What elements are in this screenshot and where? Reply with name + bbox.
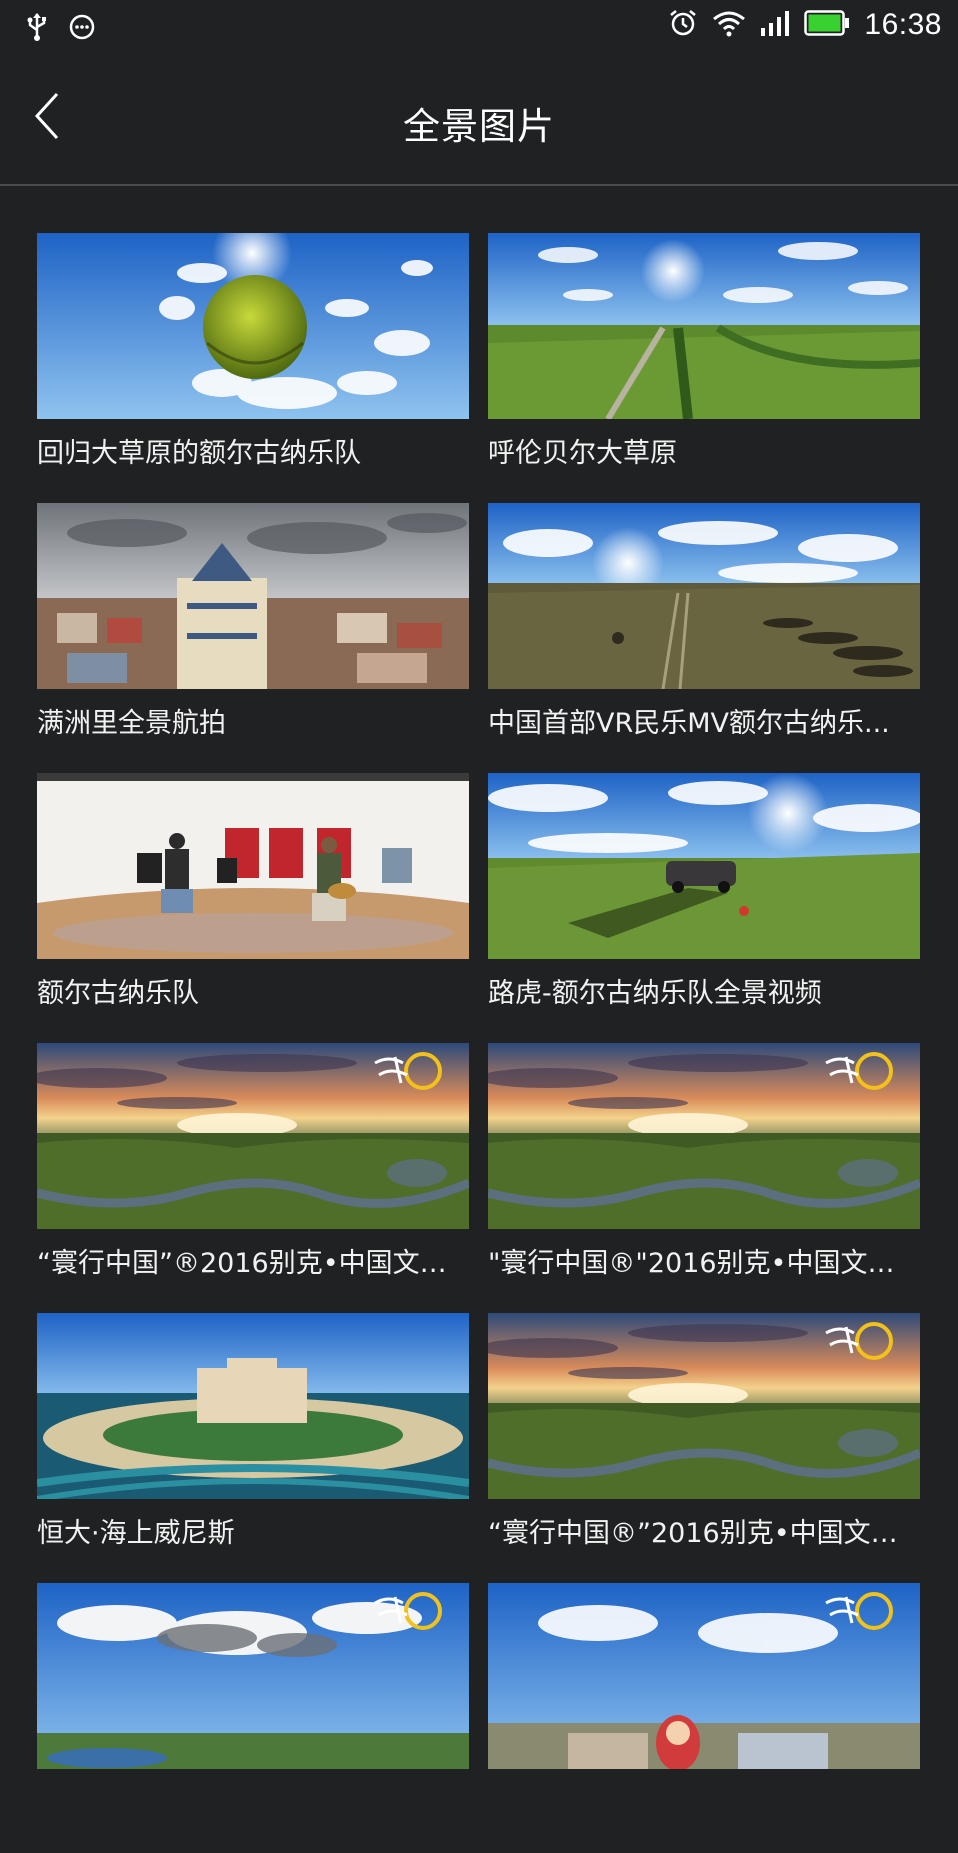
panorama-title: 中国首部VR民乐MV额尔古纳乐... <box>488 708 890 739</box>
panorama-thumbnail <box>488 233 920 419</box>
panorama-card[interactable]: 额尔古纳乐队 <box>37 773 469 1043</box>
brand-logo-icon <box>355 1049 455 1105</box>
panorama-grid: 回归大草原的额尔古纳乐队 呼伦贝尔大草原 满洲里全景航拍 中国首部VR民乐MV额… <box>37 233 921 1853</box>
wifi-icon <box>712 9 746 41</box>
panorama-card[interactable]: 满洲里全景航拍 <box>37 503 469 773</box>
panorama-title: 路虎-额尔古纳乐队全景视频 <box>488 978 822 1009</box>
status-time: 16:38 <box>864 8 942 41</box>
panorama-card[interactable]: "寰行中国®"2016别克•中国文化... <box>488 1043 920 1313</box>
panorama-card[interactable]: 呼伦贝尔大草原 <box>488 233 920 503</box>
panorama-card[interactable] <box>488 1583 920 1853</box>
panorama-title: 回归大草原的额尔古纳乐队 <box>37 438 361 469</box>
panorama-card[interactable]: 恒大·海上威尼斯 <box>37 1313 469 1583</box>
panorama-thumbnail <box>488 1043 920 1229</box>
page-title: 全景图片 <box>403 105 555 148</box>
panorama-thumbnail <box>37 1043 469 1229</box>
panorama-thumbnail <box>37 1583 469 1769</box>
status-bar-right: 16:38 <box>668 8 942 42</box>
status-bar-left <box>26 12 96 46</box>
panorama-title: 恒大·海上威尼斯 <box>37 1518 235 1549</box>
panorama-title: 额尔古纳乐队 <box>37 978 199 1009</box>
panorama-title: "寰行中国®"2016别克•中国文化... <box>488 1248 920 1279</box>
panorama-thumbnail <box>37 503 469 689</box>
status-bar: 16:38 <box>0 0 958 56</box>
brand-logo-icon <box>806 1049 906 1105</box>
panorama-title: “寰行中国®”2016别克•中国文化... <box>488 1518 920 1549</box>
brand-logo-icon <box>806 1319 906 1375</box>
panorama-thumbnail <box>488 1583 920 1769</box>
panorama-thumbnail <box>488 773 920 959</box>
brand-logo-icon <box>806 1589 906 1645</box>
panorama-thumbnail <box>37 1313 469 1499</box>
app-header: 全景图片 <box>0 56 958 186</box>
panorama-title: 呼伦贝尔大草原 <box>488 438 677 469</box>
panorama-thumbnail <box>488 503 920 689</box>
panorama-card[interactable]: “寰行中国”®2016别克•中国文化... <box>37 1043 469 1313</box>
brand-logo-icon <box>355 1589 455 1645</box>
panorama-card[interactable]: 中国首部VR民乐MV额尔古纳乐... <box>488 503 920 773</box>
panorama-thumbnail <box>37 233 469 419</box>
message-icon <box>68 13 96 45</box>
panorama-card[interactable]: 路虎-额尔古纳乐队全景视频 <box>488 773 920 1043</box>
usb-icon <box>26 12 48 46</box>
panorama-card[interactable] <box>37 1583 469 1853</box>
battery-icon <box>804 10 850 40</box>
panorama-title: “寰行中国”®2016别克•中国文化... <box>37 1248 469 1279</box>
panorama-thumbnail <box>488 1313 920 1499</box>
panorama-card[interactable]: “寰行中国®”2016别克•中国文化... <box>488 1313 920 1583</box>
alarm-icon <box>668 8 698 42</box>
panorama-thumbnail <box>37 773 469 959</box>
signal-icon <box>760 10 790 40</box>
panorama-title: 满洲里全景航拍 <box>37 708 226 739</box>
panorama-card[interactable]: 回归大草原的额尔古纳乐队 <box>37 233 469 503</box>
